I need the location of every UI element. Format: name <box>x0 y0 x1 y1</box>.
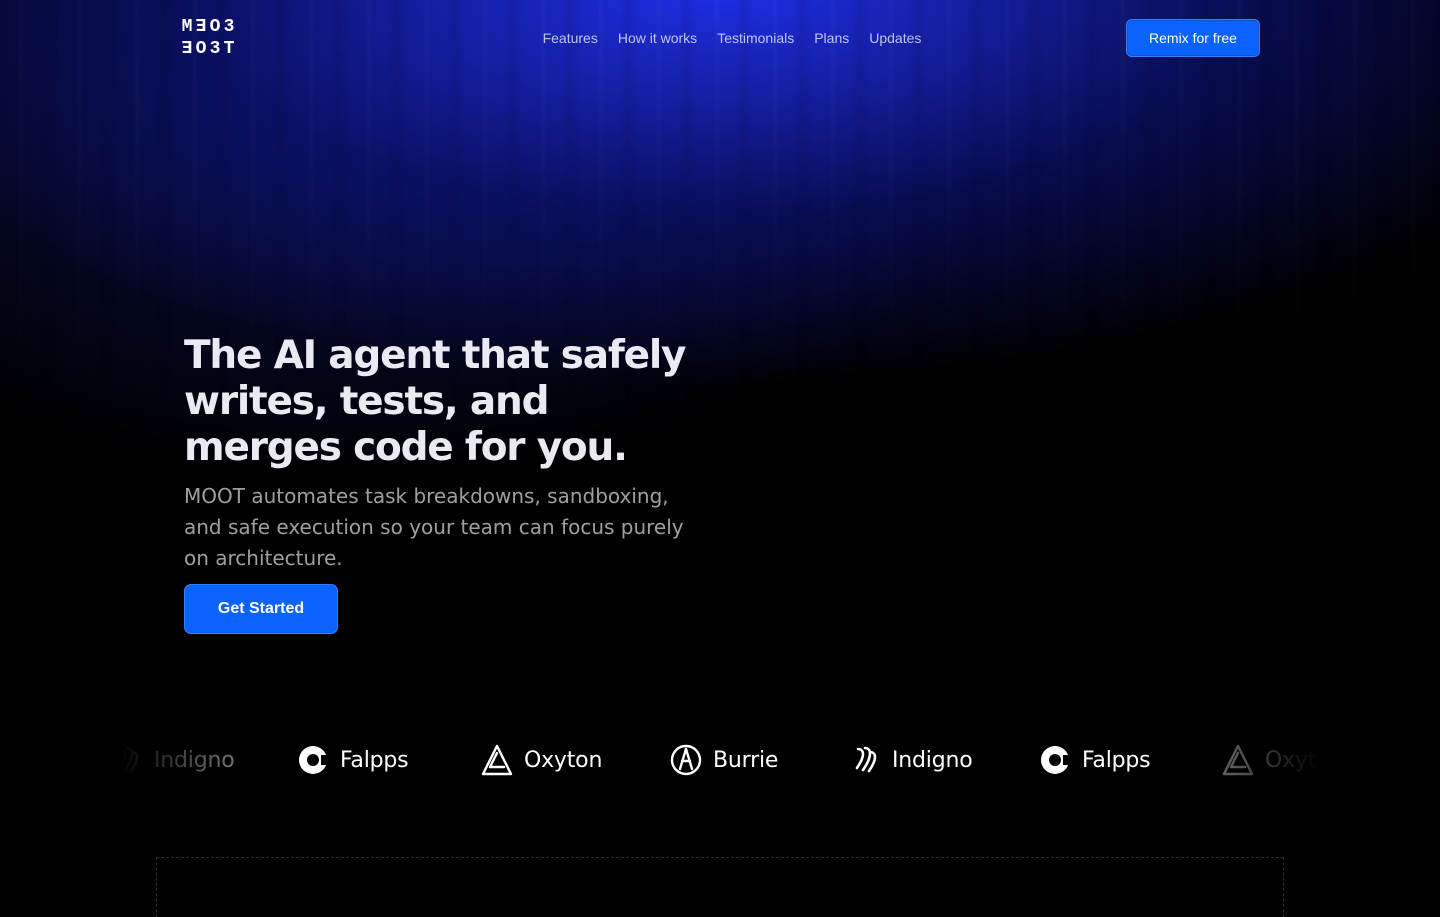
nav-features[interactable]: Features <box>543 30 598 46</box>
falpps-icon <box>1038 743 1072 777</box>
falpps-icon <box>296 743 330 777</box>
brand-name: Burrie <box>713 747 779 773</box>
brand-name: Oxyton <box>524 747 603 773</box>
logo-glyph: T <box>223 39 235 59</box>
nav-testimonials[interactable]: Testimonials <box>717 30 794 46</box>
oxyton-icon <box>1221 743 1255 777</box>
oxyton-icon <box>480 743 514 777</box>
nav-how-it-works[interactable]: How it works <box>618 30 697 46</box>
brand-logo: Indigno <box>120 740 235 780</box>
brand-logo: Oxyton <box>480 740 602 780</box>
hero-section: The AI agent that safely writes, tests, … <box>184 333 704 634</box>
logo-glyph: 3 <box>209 39 221 59</box>
brand-name: Indigno <box>892 747 973 773</box>
top-nav: M Ǝ O 3 Ǝ O 3 T Features How it works Te… <box>180 18 1260 58</box>
brand-logo: Burrie <box>669 740 778 780</box>
brand-name: Falpps <box>340 747 409 773</box>
brand-name: Oxyton <box>1265 747 1320 773</box>
nav-updates[interactable]: Updates <box>869 30 921 46</box>
burrie-icon <box>669 743 703 777</box>
logo-glyph: 3 <box>223 17 235 37</box>
logo-glyph: M <box>181 17 193 37</box>
brand-logo: Oxyton <box>1221 740 1320 780</box>
hero-title: The AI agent that safely writes, tests, … <box>184 333 686 470</box>
logo-strip: Indigno Falpps Oxyton Burrie Indigno Fal… <box>120 730 1320 790</box>
next-section-frame <box>156 857 1284 917</box>
brand-name: Indigno <box>154 747 235 773</box>
indigno-icon <box>120 743 144 777</box>
remix-for-free-button[interactable]: Remix for free <box>1125 19 1260 57</box>
brand-logo: Falpps <box>296 740 409 780</box>
logo-glyph: Ǝ <box>181 39 193 59</box>
hero-subtitle: MOOT automates task breakdowns, sandboxi… <box>184 484 684 570</box>
get-started-button[interactable]: Get Started <box>184 584 338 634</box>
brand-logo: Falpps <box>1038 740 1151 780</box>
logo-glyph: Ǝ <box>195 17 207 37</box>
primary-navigation: Features How it works Testimonials Plans… <box>543 30 922 46</box>
nav-plans[interactable]: Plans <box>814 30 849 46</box>
logo-glyph: O <box>209 17 221 37</box>
indigno-icon <box>848 743 882 777</box>
moot-logo[interactable]: M Ǝ O 3 Ǝ O 3 T <box>180 16 236 60</box>
logo-glyph: O <box>195 39 207 59</box>
brand-logo: Indigno <box>848 740 973 780</box>
brand-name: Falpps <box>1082 747 1151 773</box>
